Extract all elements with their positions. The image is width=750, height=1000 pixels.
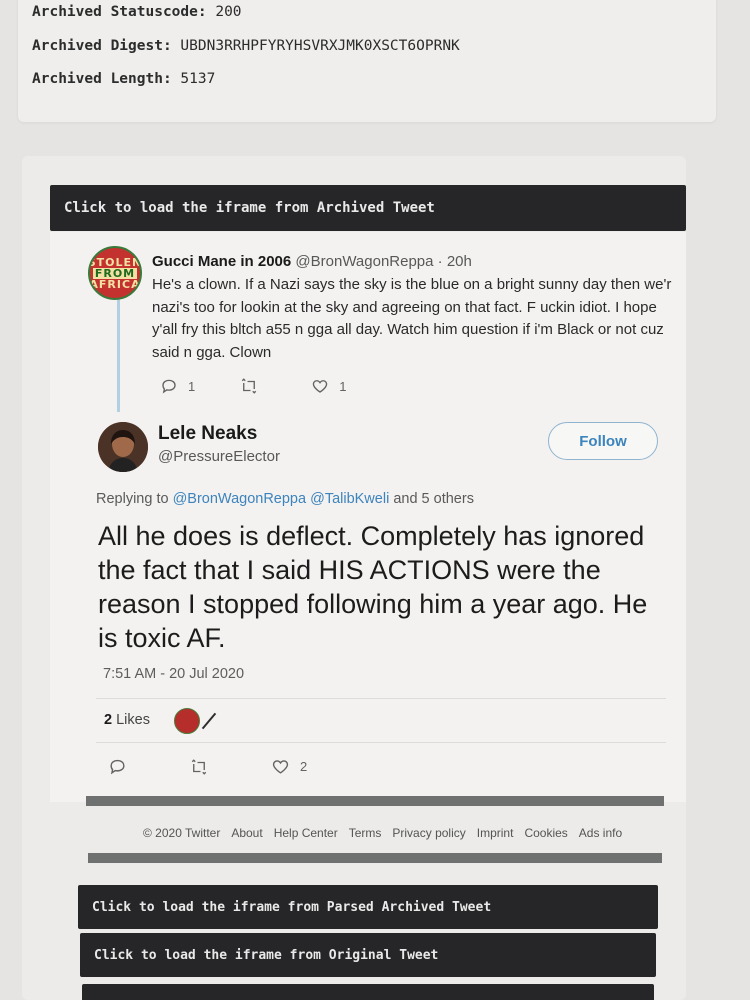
reply-button[interactable]: 1 xyxy=(160,377,195,395)
footer-link-terms[interactable]: Terms xyxy=(349,826,382,840)
load-archived-tweet-iframe-button[interactable]: Click to load the iframe from Archived T… xyxy=(50,185,686,231)
reply-button[interactable] xyxy=(108,757,127,776)
footer-link-ads-info[interactable]: Ads info xyxy=(579,826,622,840)
author-name[interactable]: Lele Neaks xyxy=(158,423,257,445)
parent-tweet-actions: 1 1 xyxy=(160,377,346,395)
parent-tweet-time[interactable]: · 20h xyxy=(438,253,472,270)
replying-others[interactable]: and 5 others xyxy=(393,491,474,507)
tweet-timestamp[interactable]: 7:51 AM - 20 Jul 2020 xyxy=(103,666,244,682)
heart-icon xyxy=(272,760,289,774)
like-button[interactable]: 1 xyxy=(311,377,346,395)
footer-divider xyxy=(86,796,664,806)
replying-user-link[interactable]: @TalibKweli xyxy=(310,491,389,507)
footer-link-about[interactable]: About xyxy=(231,826,262,840)
parent-author-handle[interactable]: @BronWagonReppa xyxy=(295,253,433,270)
load-parsed-archived-tweet-iframe-button[interactable]: Click to load the iframe from Parsed Arc… xyxy=(78,885,658,929)
tweet-text: All he does is deflect. Completely has i… xyxy=(98,521,648,653)
archived-statuscode: Archived Statuscode: 200 xyxy=(32,4,242,20)
liker-avatar[interactable] xyxy=(174,708,200,734)
thread-connector xyxy=(117,296,120,412)
footer-link-cookies[interactable]: Cookies xyxy=(524,826,567,840)
reply-icon xyxy=(162,379,176,394)
load-original-tweet-iframe-button[interactable]: Click to load the iframe from Original T… xyxy=(80,933,656,977)
archived-digest: Archived Digest: UBDN3RRHPFYRYHSVRXJMK0X… xyxy=(32,38,460,54)
footer-link-imprint[interactable]: Imprint xyxy=(477,826,514,840)
author-handle[interactable]: @PressureElector xyxy=(158,448,280,465)
tweet-actions: 2 xyxy=(108,757,307,776)
avatar[interactable] xyxy=(98,422,148,472)
next-iframe-button[interactable] xyxy=(82,984,654,1000)
retweet-icon xyxy=(242,378,257,394)
heart-icon xyxy=(313,380,328,393)
replying-user-link[interactable]: @BronWagonReppa xyxy=(173,491,306,507)
avatar[interactable]: STOLEN FROM AFRICA xyxy=(88,246,142,300)
divider xyxy=(96,742,666,743)
divider xyxy=(96,698,666,699)
retweet-button[interactable] xyxy=(189,758,209,776)
replying-to: Replying to @BronWagonReppa @TalibKweli … xyxy=(96,491,474,507)
follow-button[interactable]: Follow xyxy=(548,422,658,460)
reply-icon xyxy=(110,759,125,775)
parent-tweet-text: He's a clown. If a Nazi says the sky is … xyxy=(152,276,672,361)
footer-divider xyxy=(88,853,662,863)
likes-count[interactable]: 2 Likes xyxy=(104,712,150,728)
footer-link-privacy[interactable]: Privacy policy xyxy=(392,826,465,840)
archive-metadata-card: Archived Statuscode: 200 Archived Digest… xyxy=(18,0,716,122)
archived-length: Archived Length: 5137 xyxy=(32,71,216,87)
like-button[interactable]: 2 xyxy=(271,757,307,776)
profile-photo xyxy=(98,422,148,472)
twitter-footer-links: © 2020 Twitter About Help Center Terms P… xyxy=(143,826,622,840)
retweet-button[interactable] xyxy=(239,377,259,395)
parent-author-name[interactable]: Gucci Mane in 2006 xyxy=(152,253,291,270)
copyright-text: © 2020 Twitter xyxy=(143,826,221,840)
parent-tweet-header: Gucci Mane in 2006 @BronWagonReppa · 20h xyxy=(152,253,472,270)
footer-link-help-center[interactable]: Help Center xyxy=(274,826,338,840)
retweet-icon xyxy=(191,758,207,775)
